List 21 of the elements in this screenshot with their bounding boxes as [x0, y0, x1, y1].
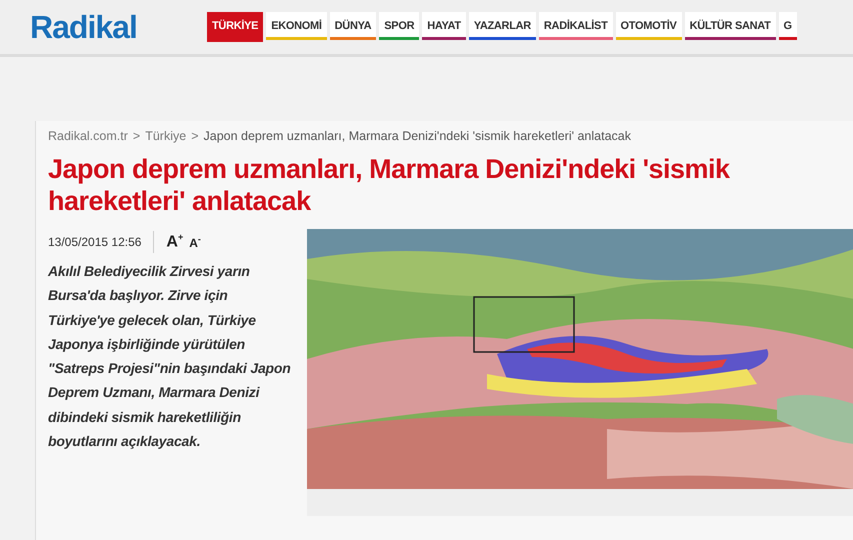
nav-tab[interactable]: RADİKALİST	[538, 12, 613, 40]
nav-tab[interactable]: DÜNYA	[330, 12, 376, 40]
breadcrumb-separator: >	[132, 129, 140, 143]
font-size-button[interactable]: A$^{-}$	[189, 234, 201, 250]
nav-tab[interactable]: KÜLTÜR SANAT	[684, 12, 776, 40]
breadcrumb-link[interactable]: Türkiye	[145, 129, 186, 143]
publish-date: 13/05/2015 12:56	[48, 235, 142, 249]
nav-tab[interactable]: SPOR	[379, 12, 420, 40]
nav-tab[interactable]: TÜRKİYE	[207, 12, 264, 42]
nav-tab[interactable]: HAYAT	[422, 12, 466, 40]
breadcrumb-link[interactable]: Japon deprem uzmanları, Marmara Denizi'ndeki 'sismik hareketleri' anlatacak	[204, 129, 631, 143]
nav-tab[interactable]: G	[778, 12, 797, 40]
logo[interactable]: Radikal	[30, 8, 207, 46]
nav-tab[interactable]: YAZARLAR	[468, 12, 536, 40]
breadcrumb-separator: >	[191, 129, 198, 143]
article-title: Japon deprem uzmanları, Marmara Denizi'ndeki 'sismik hareketleri' anlatacak	[48, 153, 731, 217]
nav-tab[interactable]: OTOMOTİV	[616, 12, 682, 40]
breadcrumb-link[interactable]: Radikal.com.tr	[48, 129, 128, 143]
article-summary: Akılıl Belediyecilik Zirvesi yarın Bursa'da başlıyor. Zirve için Türkiye'ye gelecek olan, Türkiye Japonya işbirliğinde yürütülen "Satreps Projesi"nin başındaki Japon Deprem Uzmanı, Marmara Denizi dibindeki sismik hareketliliğin boyutlarını açıklayacak.	[48, 262, 292, 452]
font-size-button[interactable]: A$^{+}$	[166, 232, 184, 252]
nav-tab[interactable]: EKONOMİ	[266, 12, 327, 40]
